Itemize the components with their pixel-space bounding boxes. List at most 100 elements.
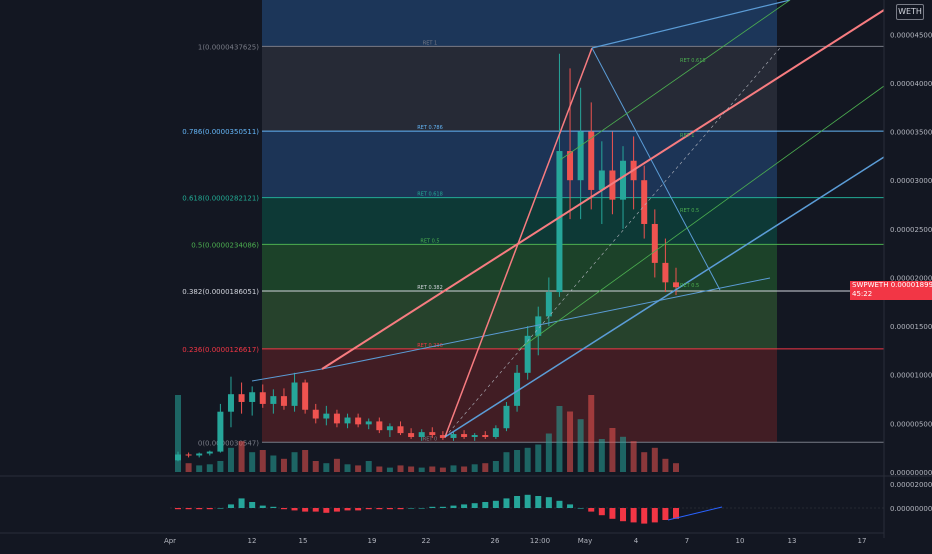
candle-body — [418, 432, 425, 437]
fib-level-label: 0(0.0000030547) — [198, 439, 259, 447]
volume-bar — [609, 428, 616, 472]
volume-bar — [376, 466, 383, 472]
candle-body — [249, 392, 256, 402]
candle-body — [291, 382, 298, 406]
volume-bar — [503, 452, 510, 472]
indicator-bar — [620, 508, 627, 522]
candle-body — [598, 170, 605, 190]
price-tag-symbol: SWPWETH — [852, 281, 889, 289]
candle-body — [471, 435, 478, 437]
candle-body — [429, 432, 436, 436]
y-axis-tick: 0.0000300000 — [890, 177, 932, 185]
candle-body — [206, 451, 213, 454]
indicator-bar — [598, 508, 605, 516]
indicator-bar — [355, 508, 362, 511]
volume-bar — [535, 444, 542, 472]
fib-band — [262, 291, 777, 349]
volume-bar — [185, 463, 192, 472]
pitchfork-label: RET 1 — [680, 133, 694, 139]
fib-ret-label: RET 0.382 — [417, 285, 443, 291]
pitchfork-label: RET 0.618 — [680, 58, 706, 64]
fib-ret-label: RET 0.5 — [420, 238, 439, 244]
volume-bar — [588, 395, 595, 472]
pitchfork-label: RET 0.5 — [680, 283, 699, 289]
volume-bar — [217, 461, 224, 472]
volume-bar — [418, 467, 425, 472]
candle-body — [673, 282, 679, 288]
indicator-bar — [609, 508, 616, 519]
y-axis-tick: 0.0000150000 — [890, 323, 932, 331]
fib-ret-label: RET 0.618 — [417, 192, 443, 198]
volume-bar — [598, 439, 605, 472]
indicator-bar — [651, 508, 658, 523]
volume-bar — [556, 406, 563, 472]
fib-ret-label: RET 0.236 — [417, 343, 443, 349]
volume-bar — [206, 464, 213, 472]
candle-body — [386, 426, 393, 431]
indicator-bar — [280, 508, 287, 510]
volume-bar — [461, 466, 468, 472]
candle-body — [302, 382, 309, 410]
price-tag-symbol-price: SWPWETH 0.0000189991 — [852, 281, 932, 290]
fib-level-label: 0.5(0.0000234086) — [191, 241, 259, 249]
volume-bar — [259, 450, 266, 472]
candle-body — [217, 411, 224, 452]
volume-bar — [524, 447, 531, 472]
indicator-bar — [302, 508, 309, 512]
indicator-bar — [471, 503, 478, 508]
volume-bar — [641, 452, 648, 472]
candle-body — [482, 435, 489, 437]
fib-level-label: 0.382(0.0000186051) — [182, 288, 259, 296]
y-axis-tick: 0.0000000000 — [890, 469, 932, 477]
price-tag-countdown: 45:22 — [852, 290, 873, 298]
indicator-bar — [662, 508, 669, 520]
volume-bar — [567, 411, 574, 472]
volume-bar — [280, 458, 287, 472]
candle-body — [651, 223, 658, 263]
volume-bar — [482, 463, 489, 472]
x-axis-tick: 15 — [299, 537, 308, 545]
volume-bar — [397, 465, 404, 472]
indicator-bar — [238, 498, 245, 508]
indicator-bar — [630, 508, 637, 523]
volume-bar — [355, 465, 362, 472]
fib-level-label: 0.786(0.0000350511) — [182, 128, 259, 136]
chart-area[interactable]: 1(0.0000437625) RET 1 0.786(0.0000350511) R… — [0, 0, 932, 550]
indicator-bar — [397, 508, 404, 510]
candle-body — [397, 426, 404, 434]
volume-bar — [662, 458, 669, 472]
indicator-bar — [206, 508, 213, 510]
indicator-bar — [545, 497, 552, 508]
volume-bar — [333, 458, 340, 472]
x-axis-tick: 12 — [248, 537, 257, 545]
indicator-bar — [344, 508, 351, 511]
volume-bar — [196, 465, 203, 472]
volume-bar — [673, 463, 679, 472]
indicator-bar — [429, 506, 436, 508]
candle-body — [503, 405, 510, 429]
fib-band-top — [262, 0, 777, 47]
candle-body — [492, 428, 499, 437]
pitchfork-label: RET 0.5 — [680, 208, 699, 214]
x-axis-tick: 22 — [422, 537, 431, 545]
candle-body — [333, 413, 340, 424]
x-axis-tick: 4 — [634, 537, 639, 545]
candle-body — [312, 409, 319, 419]
x-axis-tick: 10 — [736, 537, 745, 545]
volume-bar — [291, 452, 298, 472]
candle-body — [259, 392, 266, 404]
indicator-bar — [270, 506, 277, 508]
x-axis-tick: 13 — [788, 537, 797, 545]
volume-bar — [545, 433, 552, 472]
candle-body — [662, 262, 669, 283]
price-chart[interactable]: 1(0.0000437625) RET 1 0.786(0.0000350511) R… — [0, 0, 932, 550]
y-axis-tick: 0.0000350000 — [890, 129, 932, 137]
volume-bar — [471, 464, 478, 472]
candle-body — [545, 292, 552, 317]
currency-badge[interactable]: WETH — [896, 4, 924, 20]
x-axis-tick: 19 — [368, 537, 377, 545]
candle-body — [376, 421, 383, 431]
candle-body — [588, 131, 595, 190]
indicator-bar — [408, 508, 415, 509]
volume-bar — [651, 447, 658, 472]
